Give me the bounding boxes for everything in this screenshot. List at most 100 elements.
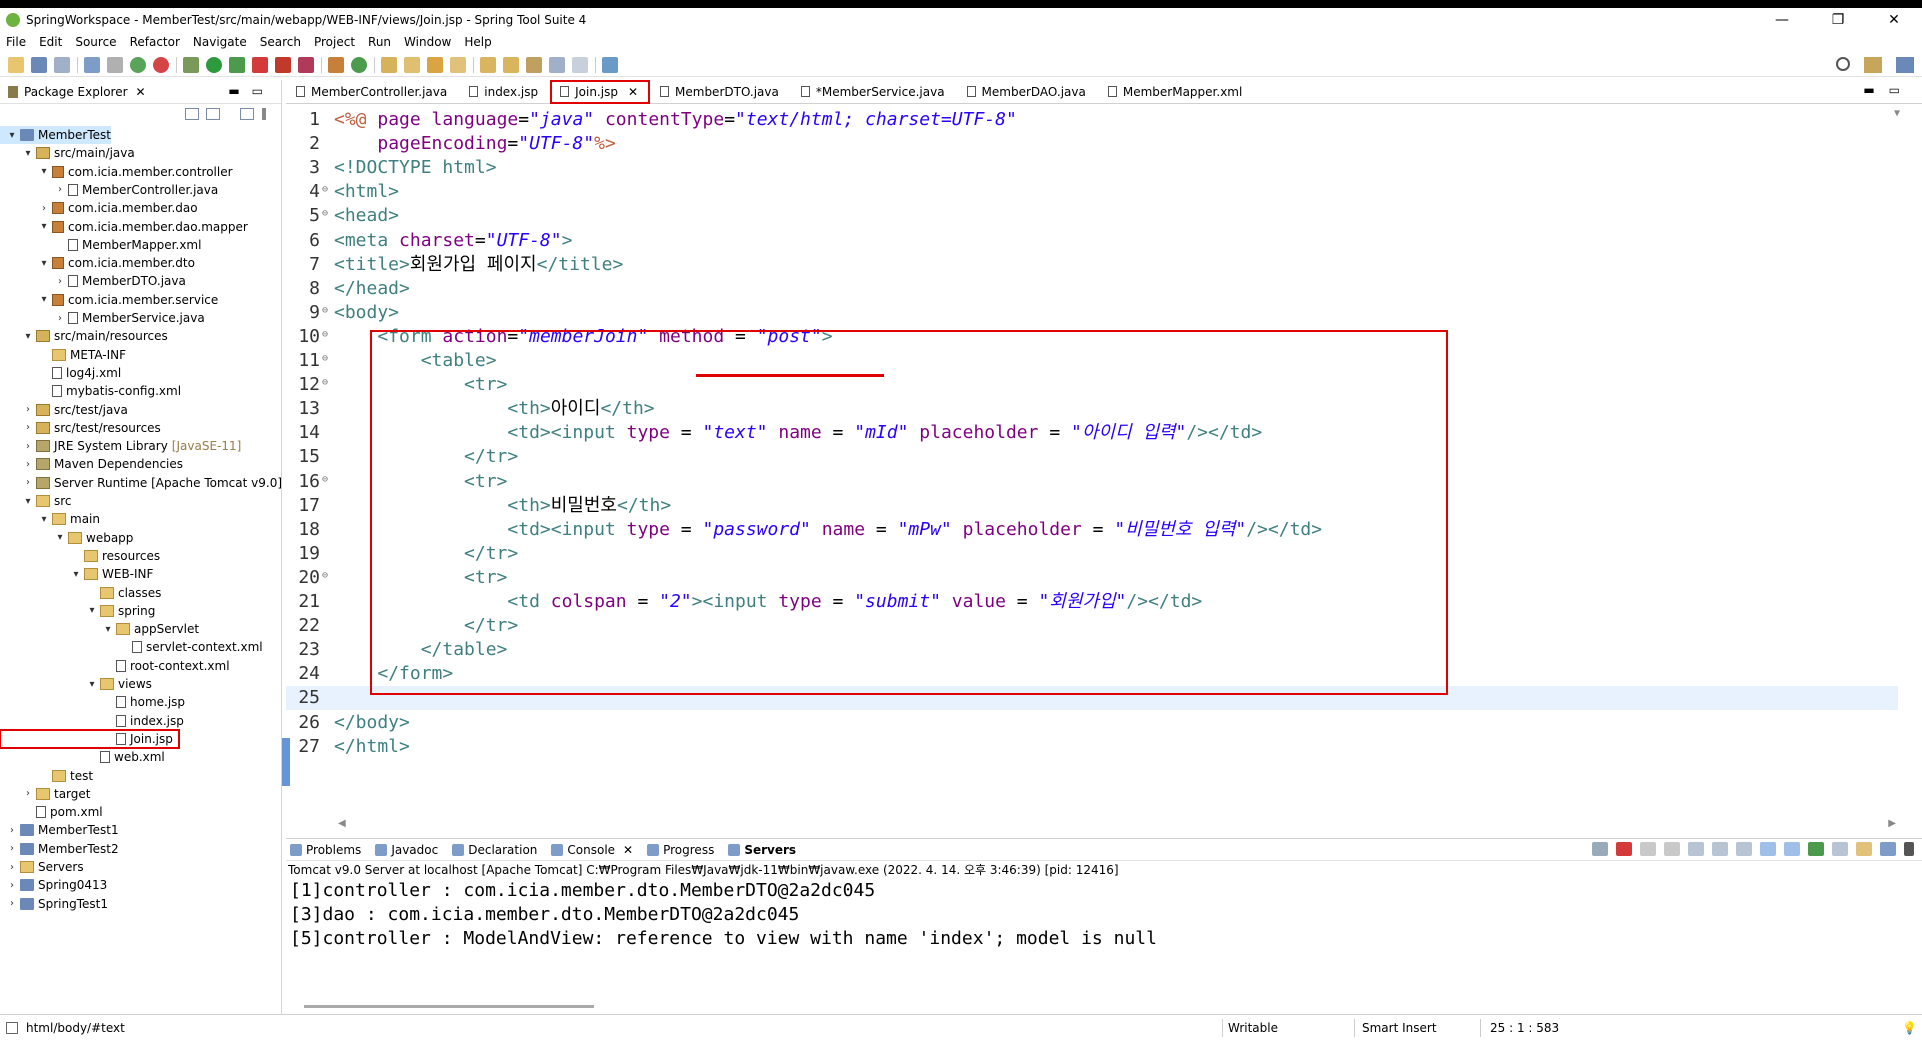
collapse-all-icon[interactable] [185, 108, 199, 120]
remove-launch-icon[interactable] [1640, 842, 1656, 856]
tree-item[interactable]: Join.jsp [0, 728, 180, 749]
tab-console[interactable]: Console ✕ [551, 843, 633, 857]
expand-toggle-icon[interactable]: ▾ [86, 605, 98, 616]
close-icon[interactable]: ✕ [623, 843, 633, 857]
code-line[interactable]: 2 pageEncoding="UTF-8"%> [286, 132, 1898, 156]
fold-toggle-icon[interactable]: ⊖ [322, 470, 334, 490]
console-output[interactable]: [1]controller : com.icia.member.dto.Memb… [286, 879, 1922, 951]
view-min-max-icons[interactable]: ▬▭ [228, 84, 275, 98]
tree-item[interactable]: ▾ src/main/resources [0, 327, 167, 345]
expand-toggle-icon[interactable]: ▾ [102, 624, 114, 635]
tree-item[interactable]: › target [0, 785, 91, 803]
coverage-icon[interactable] [298, 56, 314, 73]
editor-horizontal-scrollbar[interactable]: ◀ ▶ [338, 818, 1896, 830]
close-button[interactable]: ✕ [1866, 8, 1922, 32]
collapse-toggle-icon[interactable]: › [6, 898, 18, 909]
collapse-toggle-icon[interactable]: › [22, 459, 34, 470]
stop-server-icon[interactable] [275, 56, 291, 73]
expand-toggle-icon[interactable]: ▾ [22, 331, 34, 342]
editor-min-max-icons[interactable]: ▬▭ [1863, 83, 1914, 97]
code-editor[interactable]: 27 </html> 26 </body> 25 24 </form> 23 </table… [282, 104, 1906, 804]
last-edit-location-icon[interactable] [526, 56, 542, 73]
open-console-icon[interactable] [1808, 842, 1824, 856]
expand-toggle-icon[interactable]: ▾ [70, 569, 82, 580]
new-console-icon[interactable] [1856, 842, 1872, 856]
tab-servers[interactable]: Servers [728, 843, 796, 857]
tab-memberdto-java[interactable]: MemberDTO.java [650, 80, 791, 104]
pin-editor-icon[interactable] [602, 56, 618, 73]
tree-item[interactable]: ▾ main [0, 510, 100, 528]
fold-toggle-icon[interactable]: ⊖ [322, 325, 334, 345]
tab--memberservice-java[interactable]: *MemberService.java [791, 80, 957, 104]
tree-item[interactable]: › Servers [0, 858, 84, 876]
tree-item[interactable]: test [0, 767, 93, 785]
tip-lightbulb-icon[interactable]: 💡 [1902, 1021, 1917, 1035]
collapse-toggle-icon[interactable]: › [22, 404, 34, 415]
tree-item[interactable]: ▾ com.icia.member.dao.mapper [0, 218, 247, 236]
back-icon[interactable] [549, 56, 565, 73]
tab-javadoc[interactable]: Javadoc [375, 843, 438, 857]
search-icon[interactable] [1836, 57, 1850, 71]
collapse-toggle-icon[interactable]: › [22, 441, 34, 452]
tree-item[interactable]: servlet-context.xml [0, 638, 263, 656]
collapse-toggle-icon[interactable]: › [54, 276, 66, 287]
code-line[interactable]: 8 </head> [286, 277, 1898, 301]
close-icon[interactable]: ✕ [136, 85, 146, 99]
tree-item[interactable]: ▾ webapp [0, 529, 133, 547]
tree-item[interactable]: › MemberTest2 [0, 840, 119, 858]
tab-join-jsp[interactable]: Join.jsp ✕ [550, 79, 651, 104]
tree-item[interactable]: web.xml [0, 748, 165, 766]
fold-toggle-icon[interactable]: ⊖ [322, 373, 334, 393]
tree-item[interactable]: › Maven Dependencies [0, 455, 183, 473]
scroll-right-icon[interactable]: ▶ [1888, 818, 1896, 829]
tab-memberdao-java[interactable]: MemberDAO.java [957, 80, 1098, 104]
tree-item[interactable]: ▾ MemberTest [0, 126, 111, 144]
toggle-mark-occurrences-icon[interactable] [450, 56, 466, 73]
tree-item[interactable]: › src/test/java [0, 401, 128, 419]
code-line[interactable]: 4 ⊖ <html> [286, 180, 1898, 204]
tree-item[interactable]: › SpringTest1 [0, 895, 108, 913]
tree-item[interactable]: › com.icia.member.dao [0, 199, 198, 217]
fold-toggle-icon[interactable]: ⊖ [322, 349, 334, 369]
code-line[interactable]: 6 <meta charset="UTF-8"> [286, 229, 1898, 253]
code-line[interactable]: 27 </html> [286, 735, 1898, 759]
menu-project[interactable]: Project [314, 35, 355, 49]
view-menu-icon[interactable] [1904, 842, 1914, 856]
scroll-left-icon[interactable]: ◀ [338, 818, 346, 829]
show-on-stderr-icon[interactable] [1760, 842, 1776, 856]
expand-toggle-icon[interactable]: ▾ [38, 166, 50, 177]
code-line[interactable]: 1 <%@ page language="java" contentType="t… [286, 108, 1898, 132]
menu-file[interactable]: File [6, 35, 26, 49]
external-tools-icon[interactable] [229, 56, 245, 73]
expand-toggle-icon[interactable]: ▾ [38, 221, 50, 232]
tab-package-explorer[interactable]: Package Explorer ✕ [8, 80, 152, 104]
code-line[interactable]: 3 <!DOCTYPE html> [286, 156, 1898, 180]
tree-item[interactable]: log4j.xml [0, 364, 121, 382]
filter-icon[interactable] [240, 108, 254, 120]
code-line[interactable]: 26 </body> [286, 711, 1898, 735]
collapse-toggle-icon[interactable]: › [22, 788, 34, 799]
collapse-toggle-icon[interactable]: › [22, 477, 34, 488]
expand-toggle-icon[interactable]: ▾ [86, 679, 98, 690]
open-type-icon[interactable] [381, 56, 397, 73]
code-line[interactable]: 7 <title>회원가입 페이지</title> [286, 253, 1898, 277]
tree-item[interactable]: ▾ WEB-INF [0, 565, 153, 583]
expand-toggle-icon[interactable]: ▾ [54, 532, 66, 543]
code-line[interactable]: 9 ⊖ <body> [286, 301, 1898, 325]
tab-index-jsp[interactable]: index.jsp [459, 80, 550, 104]
tree-item[interactable]: index.jsp [0, 712, 184, 730]
tree-item[interactable]: ▾ spring [0, 602, 155, 620]
tree-item[interactable]: ▾ views [0, 675, 151, 693]
expand-toggle-icon[interactable]: ▾ [38, 514, 50, 525]
new-java-class-icon[interactable] [351, 56, 367, 73]
tree-item[interactable]: home.jsp [0, 693, 185, 711]
forward-icon[interactable] [572, 56, 588, 73]
fold-toggle-icon[interactable]: ⊖ [322, 566, 334, 586]
tree-item[interactable]: ▾ appServlet [0, 620, 199, 638]
tree-item[interactable]: mybatis-config.xml [0, 382, 181, 400]
new-java-package-icon[interactable] [328, 56, 344, 73]
terminal-icon[interactable] [84, 56, 100, 73]
tree-item[interactable]: META-INF [0, 346, 126, 364]
tab-declaration[interactable]: Declaration [452, 843, 537, 857]
tree-item[interactable]: › src/test/resources [0, 419, 161, 437]
